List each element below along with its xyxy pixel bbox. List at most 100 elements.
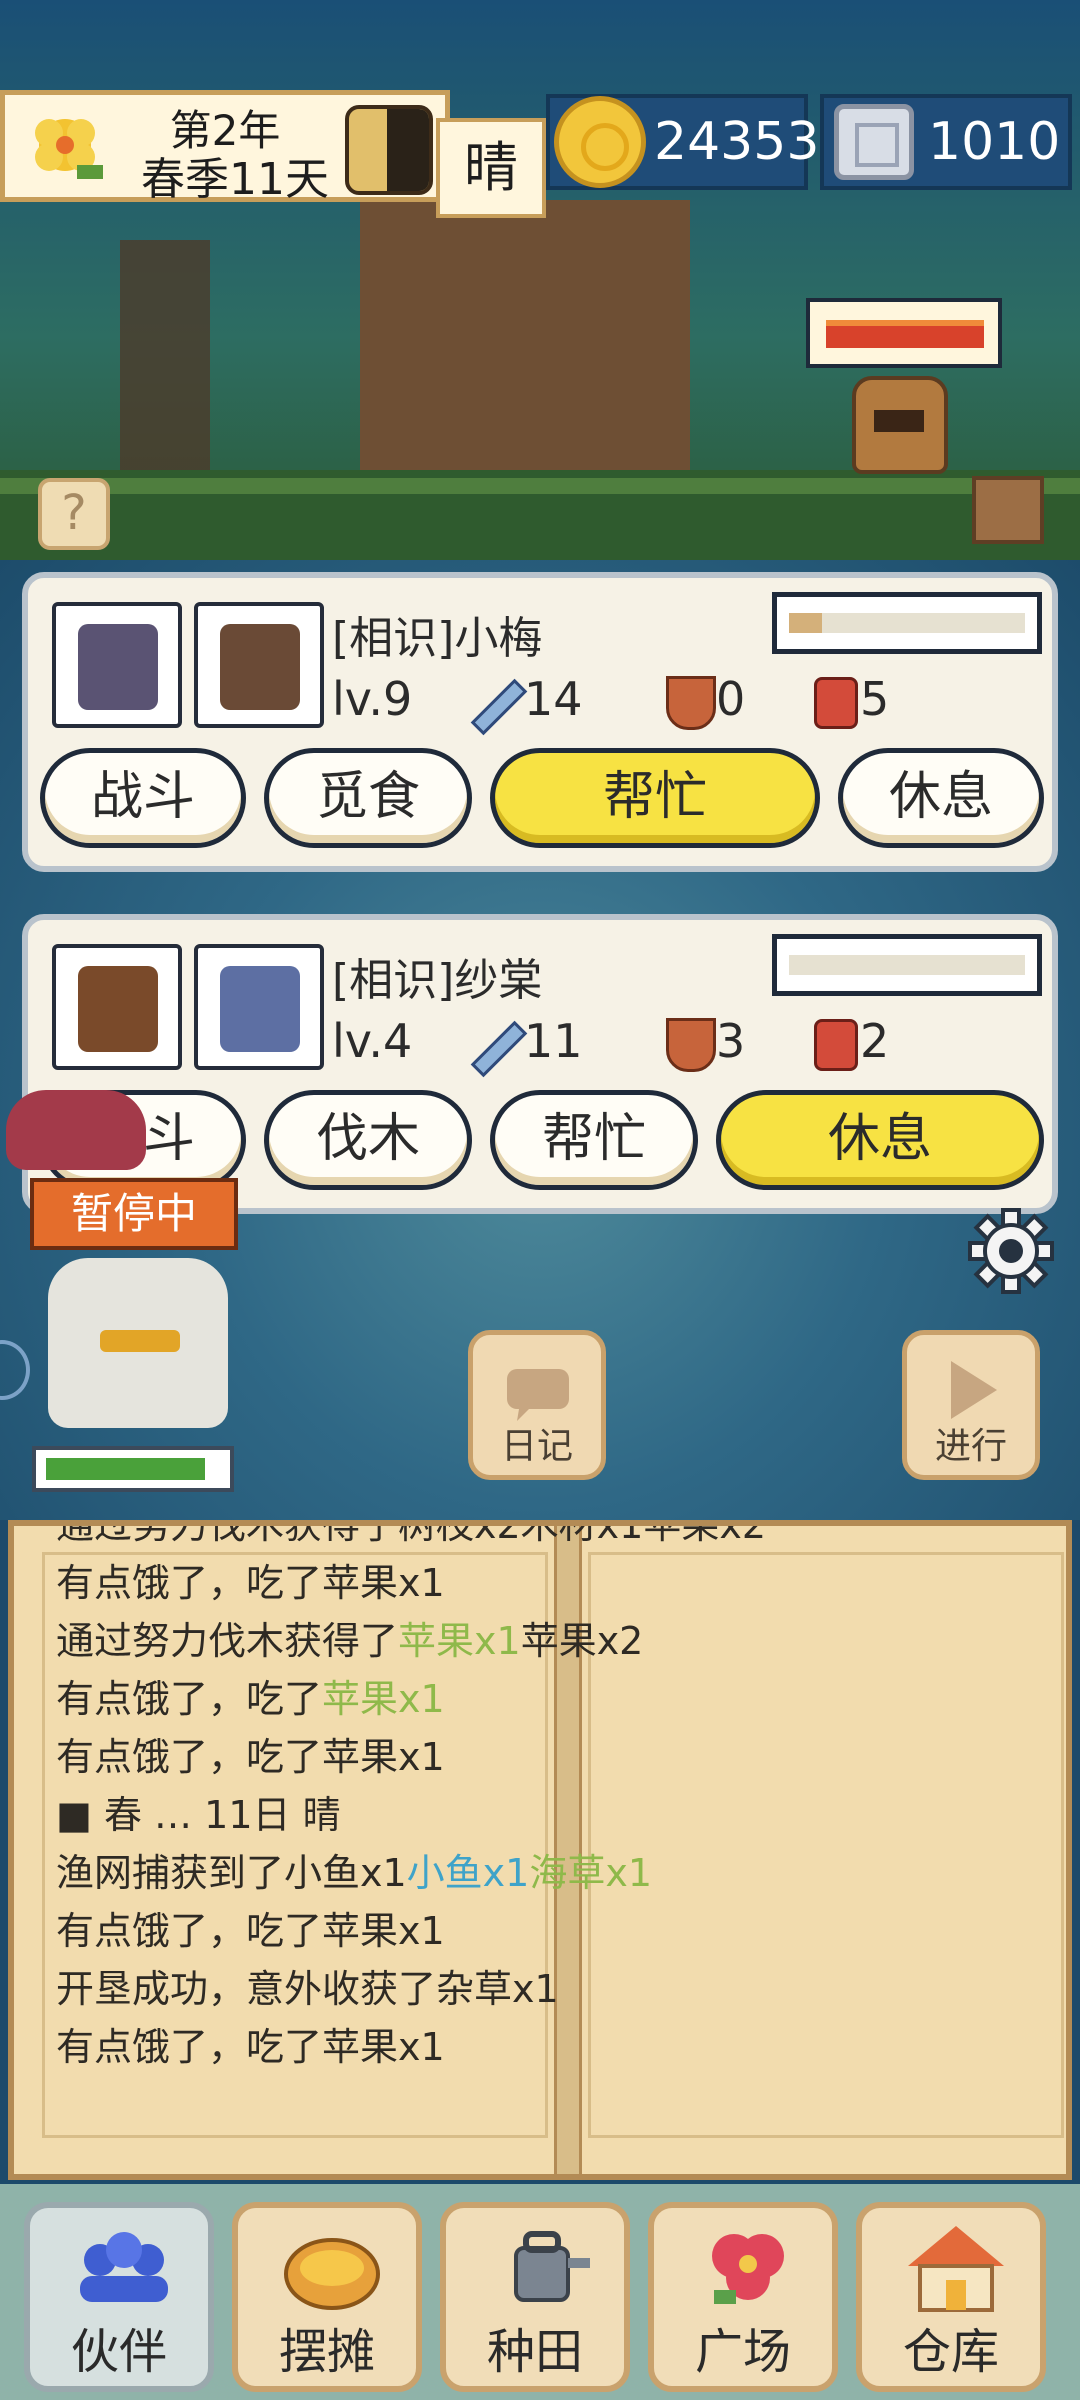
equipment-slot[interactable]: [194, 602, 324, 728]
hp-fill: [46, 1458, 206, 1480]
flower-icon: [35, 119, 103, 179]
calendar-box[interactable]: 第2年 春季11天: [0, 90, 450, 205]
action-rest-button[interactable]: 休息: [716, 1090, 1044, 1190]
silver-gem-icon: [834, 104, 914, 180]
log-fragment: 苹果x1: [398, 1619, 521, 1663]
nav-farming[interactable]: 种田: [440, 2202, 630, 2392]
log-line: 有点饿了，吃了苹果x1: [56, 1670, 766, 1728]
warehouse-icon: [908, 2226, 1004, 2312]
log-fragment: ■ 春 … 11日 晴: [56, 1793, 341, 1837]
log-fragment: 有点饿了，吃了苹果x1: [56, 1735, 445, 1779]
nav-label: 伙伴: [70, 2324, 167, 2380]
action-help-button[interactable]: 帮忙: [490, 748, 820, 848]
stall-icon: [284, 2238, 380, 2310]
attack-value: 11: [524, 1014, 583, 1068]
xp-bar: [772, 934, 1042, 996]
log-fragment: 通过努力伐木获得了树枝x2木材x1苹果x2: [56, 1520, 766, 1547]
xp-bar: [772, 592, 1042, 654]
attack-value: 14: [524, 672, 583, 726]
gold-amount: 24353: [654, 112, 820, 172]
big-tree-trunk: [360, 200, 690, 490]
gold-coin-icon: [554, 96, 646, 188]
log-line: 通过努力伐木获得了树枝x2木材x1苹果x2: [56, 1520, 766, 1554]
nav-label: 广场: [694, 2324, 791, 2380]
player-hp-bar: [32, 1446, 234, 1492]
log-line: 有点饿了，吃了苹果x1: [56, 1554, 766, 1612]
log-fragment: 苹果x2: [520, 1619, 644, 1663]
gold-counter: 24353: [546, 94, 819, 190]
nav-plaza[interactable]: 广场: [648, 2202, 838, 2392]
farming-icon: [514, 2231, 590, 2302]
help-button[interactable]: ?: [38, 478, 110, 550]
event-log[interactable]: 通过努力伐木获得了树枝x2木材x1苹果x2 有点饿了，吃了苹果x1 通过努力伐木获得…: [8, 1520, 1072, 2180]
xp-fill: [789, 613, 823, 633]
nav-label: 种田: [486, 2324, 583, 2380]
bottom-nav: 伙伴 摆摊 种田 广场 仓库: [0, 2184, 1080, 2400]
sword-icon: [470, 672, 520, 728]
log-fragment: 渔网捕获到了小鱼x1: [56, 1851, 407, 1895]
action-forage-button[interactable]: 觅食: [264, 748, 472, 848]
proceed-button[interactable]: 进行: [902, 1330, 1040, 1480]
log-fragment: 海草x1: [529, 1851, 653, 1895]
crate-icon[interactable]: [972, 476, 1044, 544]
crab-pet-icon[interactable]: [6, 1090, 146, 1170]
nav-warehouse[interactable]: 仓库: [856, 2202, 1046, 2392]
log-fragment: 通过努力伐木获得了: [56, 1619, 399, 1663]
level-label: lv.9: [332, 672, 413, 726]
paused-label: 暂停中: [30, 1178, 238, 1250]
bag-icon: [814, 1014, 858, 1071]
partners-icon: [80, 2232, 168, 2302]
background-tree: [120, 240, 210, 480]
log-line: 通过努力伐木获得了苹果x1苹果x2: [56, 1612, 766, 1670]
nav-label: 摆摊: [278, 2324, 375, 2380]
log-line: 有点饿了，吃了苹果x1: [56, 2018, 766, 2076]
level-label: lv.4: [332, 1014, 413, 1068]
companion-name: [相识]小梅: [332, 613, 543, 664]
log-fragment: 有点饿了，吃了苹果x1: [56, 1561, 445, 1605]
forest-scene: [0, 0, 1080, 560]
sword-icon: [470, 1014, 520, 1070]
play-icon: [951, 1361, 997, 1419]
log-lines: 通过努力伐木获得了树枝x2木材x1苹果x2 有点饿了，吃了苹果x1 通过努力伐木获得…: [56, 1526, 766, 2076]
gear-icon[interactable]: [966, 1206, 1056, 1296]
top-bar: 第2年 春季11天 晴 24353 1010: [0, 90, 1080, 230]
log-fragment: 有点饿了，吃了: [56, 1677, 323, 1721]
shield-icon: [666, 1014, 716, 1072]
log-line: ■ 春 … 11日 晴: [56, 1786, 766, 1844]
action-help-button[interactable]: 帮忙: [490, 1090, 698, 1190]
action-chop-button[interactable]: 伐木: [264, 1090, 472, 1190]
companion-card: [相识]纱棠 lv.4 11 3 2 战斗 伐木 帮忙 休息: [22, 914, 1058, 1214]
tree-stump-monster[interactable]: [852, 376, 948, 474]
bag-value: 2: [860, 1014, 890, 1068]
defense-value: 3: [716, 1014, 746, 1068]
chat-bubble-icon: [507, 1369, 569, 1421]
nav-partners[interactable]: 伙伴: [24, 2202, 214, 2392]
shield-icon: [666, 672, 716, 730]
log-fragment: 苹果x1: [322, 1677, 445, 1721]
nav-label: 仓库: [902, 2324, 999, 2380]
bag-value: 5: [860, 672, 890, 726]
log-line: 有点饿了，吃了苹果x1: [56, 1902, 766, 1960]
companion-portrait[interactable]: [52, 602, 182, 728]
plaza-icon: [712, 2234, 784, 2304]
log-line: 开垦成功，意外收获了杂草x1: [56, 1960, 766, 2018]
grass-strip: [0, 478, 1080, 494]
log-fragment: 有点饿了，吃了苹果x1: [56, 2025, 445, 2069]
enemy-health-bar: [806, 298, 1002, 368]
season-day-label: 春季11天: [141, 154, 329, 205]
gem-amount: 1010: [928, 112, 1061, 172]
player-avatar: [48, 1258, 228, 1428]
gem-counter: 1010: [820, 94, 1072, 190]
log-fragment: 小鱼x1: [406, 1851, 530, 1895]
equipment-slot[interactable]: [194, 944, 324, 1070]
defense-value: 0: [716, 672, 746, 726]
action-fight-button[interactable]: 战斗: [40, 748, 246, 848]
companion-portrait[interactable]: [52, 944, 182, 1070]
diary-button[interactable]: 日记: [468, 1330, 606, 1480]
action-rest-button[interactable]: 休息: [838, 748, 1044, 848]
player-status[interactable]: 暂停中: [26, 1178, 242, 1498]
log-fragment: 开垦成功，意外收获了杂草x1: [56, 1967, 559, 2011]
companion-name: [相识]纱棠: [332, 955, 543, 1006]
proceed-label: 进行: [934, 1426, 1007, 1467]
nav-stall[interactable]: 摆摊: [232, 2202, 422, 2392]
